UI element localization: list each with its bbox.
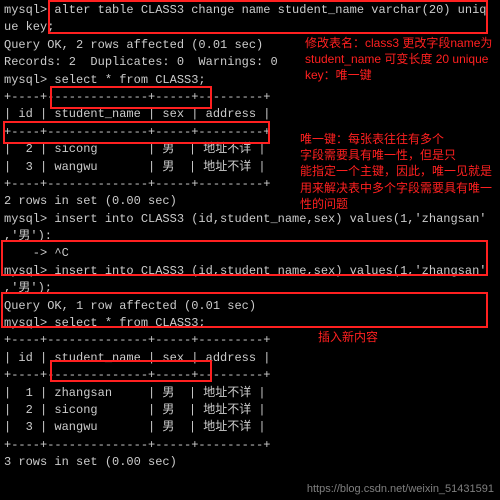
sql-line: mysql> alter table CLASS3 change name st… <box>4 2 496 19</box>
table-border: +----+--------------+-----+---------+ <box>4 89 496 106</box>
sql-line: mysql> insert into CLASS3 (id,student_na… <box>4 263 496 280</box>
table-border: +----+--------------+-----+---------+ <box>4 367 496 384</box>
result-line: 3 rows in set (0.00 sec) <box>4 454 496 471</box>
result-line: Query OK, 1 row affected (0.01 sec) <box>4 298 496 315</box>
sql-line: mysql> insert into CLASS3 (id,student_na… <box>4 211 496 228</box>
annotation-insert: 插入新内容 <box>318 329 378 345</box>
sql-line: mysql> select * from CLASS3; <box>4 315 496 332</box>
table-border: +----+--------------+-----+---------+ <box>4 332 496 349</box>
table-row: | 2 | sicong | 男 | 地址不详 | <box>4 402 496 419</box>
table-row: | 1 | zhangsan | 男 | 地址不详 | <box>4 385 496 402</box>
sql-line: ,'男'); <box>4 280 496 297</box>
table-border: +----+--------------+-----+---------+ <box>4 437 496 454</box>
cancel-line: -> ^C <box>4 245 496 262</box>
table-row: | 3 | wangwu | 男 | 地址不详 | <box>4 419 496 436</box>
table-header: | id | student_name | sex | address | <box>4 350 496 367</box>
annotation-rename: 修改表名：class3 更改字段name为 student_name 可变长度 … <box>305 35 495 84</box>
sql-line: ,'男'): <box>4 228 496 245</box>
annotation-unique-key: 唯一键：每张表往往有多个 字段需要具有唯一性，但是只 能指定一个主键，因此，唯一… <box>300 131 500 212</box>
watermark-text: https://blog.csdn.net/weixin_51431591 <box>307 482 494 498</box>
table-header: | id | student_name | sex | address | <box>4 106 496 123</box>
